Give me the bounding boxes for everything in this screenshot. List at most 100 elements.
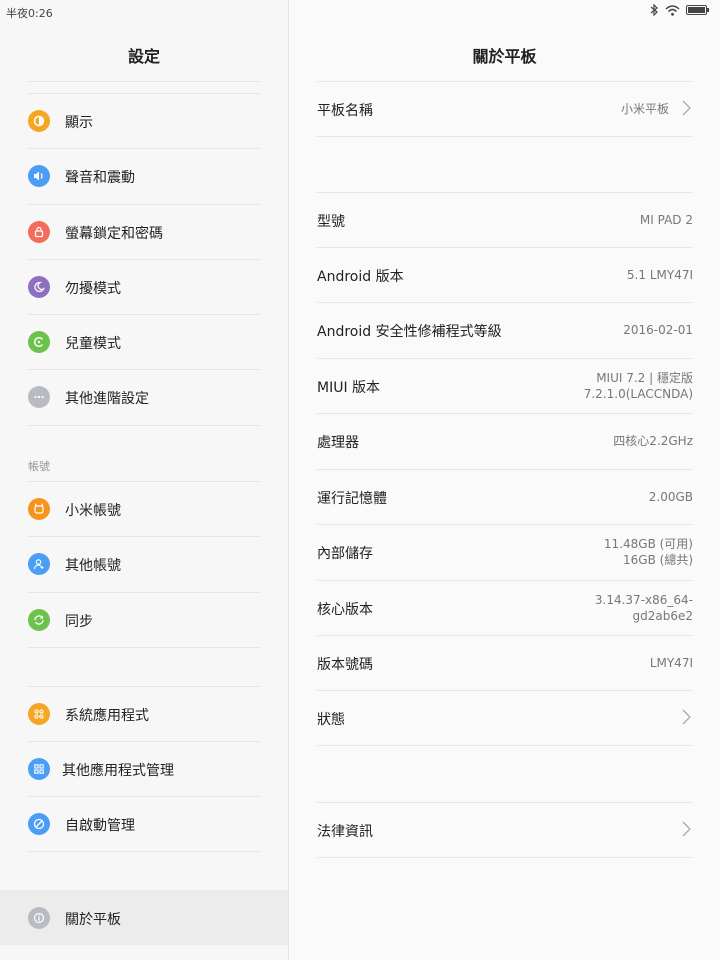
- row-label: 法律資訊: [317, 824, 373, 840]
- row-value-line: 16GB (總共): [623, 553, 693, 567]
- row-value: 11.48GB (可用) 16GB (總共): [604, 536, 693, 568]
- child-icon: [28, 331, 50, 353]
- apps-grid-icon: [28, 758, 50, 780]
- more-icon: [28, 386, 50, 408]
- row-value-line: gd2ab6e2: [632, 609, 694, 623]
- autostart-icon: [28, 813, 50, 835]
- sidebar-item-display[interactable]: 顯示: [28, 94, 260, 148]
- sidebar-item-label: 勿擾模式: [65, 281, 121, 297]
- info-icon: [28, 907, 50, 929]
- row-value-line: 3.14.37-x86_64-: [594, 593, 693, 607]
- info-row-ram: 運行記憶體 2.00GB: [317, 470, 693, 525]
- display-icon: [28, 110, 50, 132]
- row-value: MI PAD 2: [639, 213, 693, 227]
- row-value: MIUI 7.2 | 穩定版 7.2.1.0(LACCNDA): [584, 370, 693, 402]
- sidebar-title: 設定: [127, 47, 160, 66]
- sidebar-item-label: 自啟動管理: [65, 818, 135, 834]
- row-value: 5.1 LMY47I: [626, 268, 693, 282]
- account-section-label: 帳號: [28, 460, 50, 473]
- row-label: Android 版本: [317, 269, 404, 285]
- mi-icon: [28, 498, 50, 520]
- sidebar-item-label: 關於平板: [65, 912, 121, 928]
- row-label: 狀態: [317, 712, 345, 728]
- sidebar-item-lockscreen[interactable]: 螢幕鎖定和密碼: [28, 205, 260, 259]
- row-value: 小米平板: [620, 102, 669, 116]
- info-row-kernel: 核心版本 3.14.37-x86_64- gd2ab6e2: [317, 581, 693, 636]
- chevron-right-icon: [682, 100, 691, 116]
- sidebar-item-about-tablet[interactable]: 關於平板: [0, 890, 288, 945]
- info-row-build-number[interactable]: 版本號碼 LMY47I: [317, 636, 693, 691]
- row-label: 運行記憶體: [317, 491, 387, 507]
- row-label: 平板名稱: [317, 103, 373, 119]
- sidebar-item-dnd[interactable]: 勿擾模式: [28, 260, 260, 314]
- info-row-miui-version: MIUI 版本 MIUI 7.2 | 穩定版 7.2.1.0(LACCNDA): [317, 359, 693, 414]
- sidebar-item-label: 系統應用程式: [65, 708, 149, 724]
- sidebar-item-sound[interactable]: 聲音和震動: [28, 149, 260, 203]
- status-icons: [650, 4, 710, 16]
- sidebar-item-child-mode[interactable]: 兒童模式: [28, 315, 260, 369]
- sidebar-item-label: 小米帳號: [65, 503, 121, 519]
- row-value: 2016-02-01: [623, 323, 693, 337]
- divider: [28, 647, 260, 648]
- chevron-right-icon: [682, 821, 691, 837]
- sidebar-item-label: 螢幕鎖定和密碼: [65, 226, 163, 242]
- row-label: MIUI 版本: [317, 380, 381, 396]
- status-bar: 半夜0:26: [0, 0, 720, 22]
- sidebar-item-label: 聲音和震動: [65, 170, 135, 186]
- row-label: 內部儲存: [317, 546, 373, 562]
- row-label: 版本號碼: [317, 657, 373, 673]
- divider: [317, 857, 693, 858]
- device-name-row[interactable]: 平板名稱 小米平板: [317, 82, 693, 137]
- battery-icon: [686, 5, 709, 15]
- row-label: Android 安全性修補程式等級: [317, 324, 502, 340]
- status-time: 半夜0:26: [6, 7, 53, 20]
- user-icon: [28, 553, 50, 575]
- row-value: 2.00GB: [648, 490, 693, 504]
- sidebar-item-label: 其他應用程式管理: [62, 763, 174, 779]
- status-row[interactable]: 狀態: [317, 691, 693, 746]
- sidebar-item-label: 兒童模式: [65, 336, 121, 352]
- sidebar-item-label: 同步: [65, 614, 93, 630]
- divider: [28, 851, 260, 852]
- wifi-icon: [665, 4, 680, 16]
- speaker-icon: [28, 165, 50, 187]
- sidebar-item-sync[interactable]: 同步: [28, 593, 260, 647]
- row-value: 3.14.37-x86_64- gd2ab6e2: [595, 592, 693, 624]
- info-row-storage: 內部儲存 11.48GB (可用) 16GB (總共): [317, 525, 693, 580]
- sidebar-item-label: 其他進階設定: [65, 391, 149, 407]
- row-value: 四核心2.2GHz: [613, 434, 693, 448]
- info-row-model: 型號 MI PAD 2: [317, 193, 693, 248]
- row-value-line: 11.48GB (可用): [603, 537, 693, 551]
- apps-icon: [28, 703, 50, 725]
- divider: [28, 81, 260, 82]
- settings-sidebar: 設定 顯示 聲音和震動 螢幕鎖定和密碼 勿擾模式 兒童模式 其他進階設定 帳號 …: [0, 0, 289, 960]
- sidebar-item-other-apps[interactable]: 其他應用程式管理: [28, 742, 260, 796]
- sidebar-item-mi-account[interactable]: 小米帳號: [28, 482, 260, 536]
- info-row-processor: 處理器 四核心2.2GHz: [317, 414, 693, 469]
- sidebar-item-label: 其他帳號: [65, 558, 121, 574]
- row-value: LMY47I: [649, 656, 693, 670]
- row-label: 型號: [317, 214, 345, 230]
- legal-info-row[interactable]: 法律資訊: [317, 803, 693, 858]
- sidebar-item-label: 顯示: [65, 115, 93, 131]
- page-title: 關於平板: [472, 47, 537, 66]
- divider: [317, 136, 693, 137]
- info-row-security-patch: Android 安全性修補程式等級 2016-02-01: [317, 303, 693, 358]
- divider: [317, 745, 693, 746]
- row-label: 核心版本: [317, 602, 373, 618]
- row-label: 處理器: [317, 435, 359, 451]
- about-tablet-panel: 關於平板 平板名稱 小米平板 型號 MI PAD 2 Android 版本 5.…: [289, 0, 720, 960]
- sidebar-item-other-accounts[interactable]: 其他帳號: [28, 537, 260, 591]
- sidebar-item-autostart[interactable]: 自啟動管理: [28, 797, 260, 851]
- chevron-right-icon: [682, 709, 691, 725]
- info-row-android-version: Android 版本 5.1 LMY47I: [317, 248, 693, 303]
- row-value-line: MIUI 7.2 | 穩定版: [596, 371, 693, 385]
- lock-icon: [28, 221, 50, 243]
- sidebar-item-system-apps[interactable]: 系統應用程式: [28, 687, 260, 741]
- sync-icon: [28, 609, 50, 631]
- divider: [28, 425, 260, 426]
- moon-icon: [28, 276, 50, 298]
- row-value-line: 7.2.1.0(LACCNDA): [583, 387, 693, 401]
- bluetooth-icon: [650, 4, 658, 16]
- sidebar-item-advanced[interactable]: 其他進階設定: [28, 370, 260, 424]
